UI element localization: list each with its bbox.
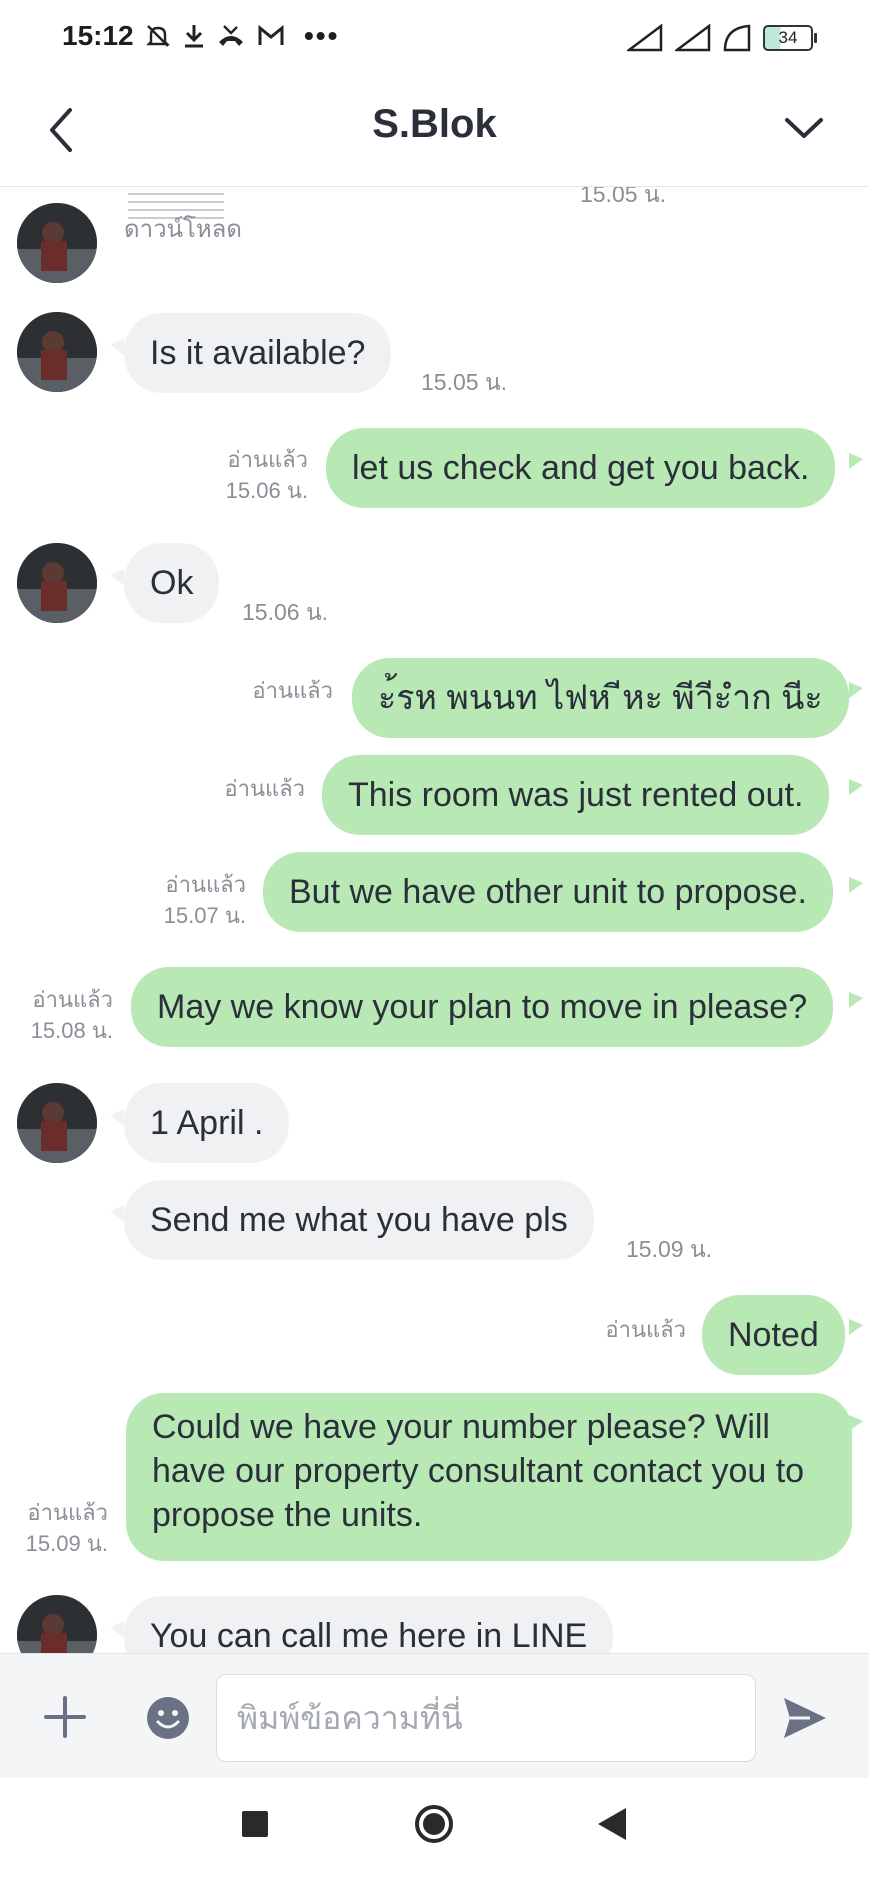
battery-icon: 34: [763, 25, 817, 51]
bubble-tail: [110, 1205, 124, 1221]
avatar[interactable]: [17, 203, 97, 283]
avatar[interactable]: [17, 543, 97, 623]
message-meta: อ่านแล้ว: [218, 675, 333, 706]
message-meta: อ่านแล้ว: [190, 773, 305, 804]
message-meta: อ่านแล้ว 15.06 น.: [198, 444, 308, 506]
send-icon[interactable]: [780, 1694, 830, 1742]
bubble-tail: [110, 339, 124, 355]
status-notification-icons: •••: [144, 22, 339, 50]
bubble-tail: [849, 992, 863, 1008]
recent-apps-icon[interactable]: [242, 1811, 268, 1837]
chat-messages[interactable]: ดาวน์โหลด 15.05 น. Is it available? 15.0…: [0, 187, 869, 1653]
message-input[interactable]: [216, 1674, 756, 1762]
back-triangle-icon[interactable]: [596, 1806, 628, 1842]
outgoing-message[interactable]: Noted: [702, 1295, 845, 1375]
message-time: 15.05 น.: [580, 187, 667, 207]
message-time: 15.07 น.: [163, 903, 246, 928]
message-meta: อ่านแล้ว 15.08 น.: [10, 984, 113, 1046]
bubble-tail: [849, 877, 863, 893]
signal-icon: [627, 24, 663, 52]
missed-call-icon: [219, 25, 243, 46]
read-receipt: อ่านแล้ว: [605, 1317, 686, 1342]
chat-header: S.Blok: [0, 78, 869, 187]
message-time: 15.09 น.: [626, 1236, 713, 1262]
read-receipt: อ่านแล้ว: [224, 776, 305, 801]
outgoing-message[interactable]: ะ้รห พนนท ไฟห ีหะ พีาีะำก นีะ: [352, 658, 849, 738]
status-bar: 15:12 ••• 34: [0, 0, 869, 78]
avatar[interactable]: [17, 312, 97, 392]
bell-off-icon: [146, 25, 170, 47]
home-icon[interactable]: [414, 1804, 454, 1844]
bubble-tail: [110, 1621, 124, 1637]
bubble-tail: [849, 453, 863, 469]
bubble-tail: [110, 1109, 124, 1125]
read-receipt: อ่านแล้ว: [27, 1500, 108, 1525]
outgoing-message[interactable]: Could we have your number please? Will h…: [126, 1393, 852, 1561]
avatar[interactable]: [17, 1083, 97, 1163]
message-time: 15.06 น.: [242, 599, 329, 625]
bubble-tail: [849, 682, 863, 698]
read-receipt: อ่านแล้ว: [227, 447, 308, 472]
file-download-label[interactable]: ดาวน์โหลด: [124, 209, 242, 248]
chevron-down-icon[interactable]: [779, 104, 829, 154]
incoming-message[interactable]: Ok: [124, 543, 220, 623]
signal-icon: [723, 24, 751, 52]
bubble-tail: [849, 779, 863, 795]
message-meta: อ่านแล้ว 15.07 น.: [136, 869, 246, 931]
plus-icon[interactable]: [40, 1692, 90, 1742]
incoming-message[interactable]: 1 April .: [124, 1083, 290, 1163]
message-input-bar: [0, 1653, 869, 1779]
download-icon: [185, 25, 203, 48]
chat-title[interactable]: S.Blok: [0, 102, 869, 147]
read-receipt: อ่านแล้ว: [165, 872, 246, 897]
outgoing-message[interactable]: let us check and get you back.: [326, 428, 836, 508]
message-time: 15.08 น.: [30, 1018, 113, 1043]
message-meta: อ่านแล้ว: [574, 1314, 686, 1345]
incoming-message[interactable]: You can call me here in LINE: [124, 1596, 614, 1653]
incoming-message[interactable]: Send me what you have pls: [124, 1180, 594, 1260]
outgoing-message[interactable]: This room was just rented out.: [322, 755, 830, 835]
message-meta: อ่านแล้ว 15.09 น.: [8, 1497, 108, 1559]
outgoing-message[interactable]: May we know your plan to move in please?: [131, 967, 834, 1047]
more-icon: •••: [304, 20, 340, 51]
status-system-icons: 34: [627, 24, 817, 52]
message-time: 15.05 น.: [421, 369, 508, 395]
system-navigation-bar: [0, 1778, 869, 1883]
status-time: 15:12: [62, 20, 134, 51]
bubble-tail: [849, 1415, 863, 1431]
read-receipt: อ่านแล้ว: [252, 678, 333, 703]
message-time: 15.06 น.: [225, 478, 308, 503]
read-receipt: อ่านแล้ว: [32, 987, 113, 1012]
bubble-tail: [849, 1319, 863, 1335]
battery-level: 34: [778, 28, 798, 47]
emoji-icon[interactable]: [146, 1696, 190, 1740]
bubble-tail: [110, 569, 124, 585]
incoming-message[interactable]: Is it available?: [124, 313, 392, 393]
avatar[interactable]: [17, 1595, 97, 1653]
signal-icon: [675, 24, 711, 52]
message-time: 15.09 น.: [25, 1531, 108, 1556]
outgoing-message[interactable]: But we have other unit to propose.: [263, 852, 833, 932]
gmail-icon: [258, 24, 284, 45]
